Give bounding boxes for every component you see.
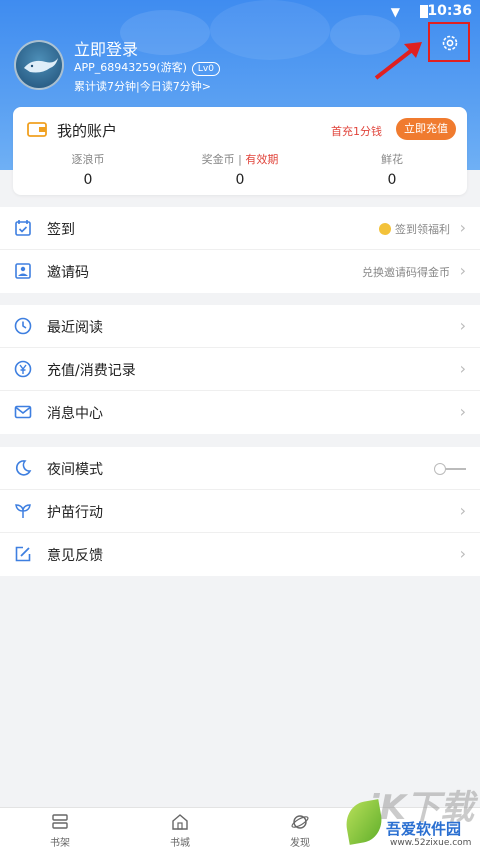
leaf-logo-icon bbox=[342, 799, 386, 845]
whale-icon bbox=[24, 58, 58, 73]
menu-label: 夜间模式 bbox=[47, 462, 103, 478]
wallet-icon bbox=[27, 122, 47, 137]
menu-item-messages[interactable]: 消息中心 › bbox=[0, 391, 480, 434]
level-badge: Lv0 bbox=[191, 62, 220, 76]
tab-label: 书城 bbox=[170, 838, 190, 849]
stat-value: 0 bbox=[387, 172, 397, 188]
calendar-check-icon bbox=[15, 220, 31, 236]
menu-item-youth-protection[interactable]: 护苗行动 › bbox=[0, 490, 480, 533]
checkin-benefit: 签到领福利 bbox=[379, 221, 450, 237]
menu-label: 充值/消费记录 bbox=[47, 363, 136, 379]
stat-label: 奖金币 bbox=[201, 153, 235, 166]
planet-icon bbox=[291, 815, 309, 829]
moon-icon bbox=[15, 460, 32, 476]
chevron-right-icon: › bbox=[459, 218, 466, 237]
tab-label: 书架 bbox=[50, 838, 70, 849]
tab-bookshelf[interactable]: 书架 bbox=[30, 812, 90, 849]
tab-bookstore[interactable]: 书城 bbox=[150, 812, 210, 849]
chevron-right-icon: › bbox=[459, 501, 466, 520]
store-icon bbox=[172, 814, 188, 830]
clock-icon bbox=[14, 317, 32, 335]
bookshelf-icon bbox=[52, 814, 68, 829]
chevron-right-icon: › bbox=[459, 544, 466, 563]
chevron-right-icon: › bbox=[459, 359, 466, 378]
invite-hint: 兑换邀请码得金币 bbox=[362, 266, 450, 279]
stat-label: 鲜花 bbox=[381, 153, 403, 166]
status-time: 10:36 bbox=[427, 3, 472, 19]
recharge-button[interactable]: 立即充值 bbox=[396, 118, 456, 140]
menu-group-3: 夜间模式 护苗行动 › 意见反馈 › bbox=[0, 447, 480, 576]
stat-value: 0 bbox=[235, 172, 245, 188]
stat-bonus-coin[interactable]: 奖金币 | 有效期 0 bbox=[165, 151, 315, 188]
watermark-brand: 吾爱软件园 bbox=[386, 820, 462, 838]
night-mode-toggle[interactable] bbox=[434, 463, 466, 475]
toggle-knob bbox=[434, 463, 446, 475]
status-bar: ▼ 10:36 bbox=[0, 0, 480, 24]
stat-flowers[interactable]: 鲜花 0 bbox=[317, 151, 467, 188]
menu-label: 最近阅读 bbox=[47, 320, 103, 336]
feedback-icon bbox=[15, 546, 31, 562]
annotation-arrow bbox=[374, 42, 422, 80]
avatar[interactable] bbox=[14, 40, 64, 90]
reading-stats[interactable]: 累计读7分钟|今日读7分钟> bbox=[74, 78, 211, 94]
mail-icon bbox=[14, 405, 32, 419]
menu-label: 消息中心 bbox=[47, 406, 103, 422]
yen-icon bbox=[14, 360, 32, 378]
toggle-track bbox=[444, 468, 466, 470]
coin-icon bbox=[379, 223, 391, 235]
menu-item-recharge-records[interactable]: 充值/消费记录 › bbox=[0, 348, 480, 391]
account-card: 我的账户 首充1分钱 立即充值 逐浪币 0 奖金币 | 有效期 0 鲜花 0 bbox=[13, 107, 467, 195]
stat-zhulang-coin[interactable]: 逐浪币 0 bbox=[13, 151, 163, 188]
user-id-text: APP_68943259(游客) bbox=[74, 61, 187, 74]
user-id: APP_68943259(游客) Lv0 bbox=[74, 59, 220, 76]
menu-label: 护苗行动 bbox=[47, 505, 103, 521]
settings-button[interactable] bbox=[428, 22, 470, 62]
menu-item-checkin[interactable]: 签到 签到领福利 › bbox=[0, 207, 480, 250]
watermark-url: www.52zixue.com bbox=[390, 838, 472, 848]
menu-label: 邀请码 bbox=[47, 265, 89, 281]
account-title: 我的账户 bbox=[57, 122, 118, 140]
login-title[interactable]: 立即登录 bbox=[74, 36, 138, 60]
invite-icon bbox=[15, 263, 31, 279]
stat-label-wrap: 奖金币 | 有效期 bbox=[201, 153, 279, 166]
tab-label: 发现 bbox=[290, 838, 310, 849]
stat-value: 0 bbox=[83, 172, 93, 188]
menu-item-feedback[interactable]: 意见反馈 › bbox=[0, 533, 480, 576]
first-charge-promo: 首充1分钱 bbox=[331, 125, 382, 138]
chevron-right-icon: › bbox=[459, 316, 466, 335]
menu-item-night-mode[interactable]: 夜间模式 bbox=[0, 447, 480, 490]
checkin-benefit-text: 签到领福利 bbox=[395, 223, 450, 236]
gear-icon bbox=[442, 35, 458, 51]
menu-group-1: 签到 签到领福利 › 邀请码 兑换邀请码得金币 › bbox=[0, 207, 480, 293]
chevron-right-icon: › bbox=[459, 402, 466, 421]
menu-group-2: 最近阅读 › 充值/消费记录 › 消息中心 › bbox=[0, 305, 480, 434]
wifi-icon: ▼ bbox=[390, 5, 400, 19]
menu-label: 意见反馈 bbox=[47, 548, 103, 564]
menu-label: 签到 bbox=[47, 222, 75, 238]
stat-label: 逐浪币 bbox=[71, 153, 105, 166]
menu-item-recent-reading[interactable]: 最近阅读 › bbox=[0, 305, 480, 348]
validity-link[interactable]: 有效期 bbox=[245, 153, 278, 166]
chevron-right-icon: › bbox=[459, 261, 466, 280]
sprout-icon bbox=[15, 504, 31, 518]
tab-discover[interactable]: 发现 bbox=[270, 812, 330, 849]
watermark-logo: ⅰK下载 吾爱软件园 www.52zixue.com bbox=[342, 780, 478, 850]
menu-item-invite-code[interactable]: 邀请码 兑换邀请码得金币 › bbox=[0, 250, 480, 293]
